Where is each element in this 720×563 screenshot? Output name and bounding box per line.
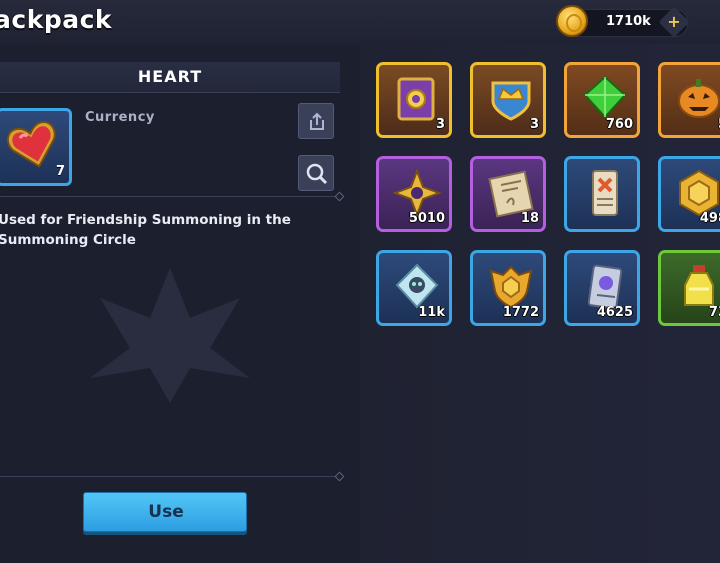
divider-top — [0, 196, 338, 197]
slot-qty: 1772 — [502, 305, 539, 320]
ticket-icon — [592, 170, 618, 216]
slot-qty: 3 — [435, 117, 445, 132]
divider-bottom — [0, 476, 338, 477]
item-name: HEART — [137, 67, 203, 86]
slot-qty: 18 — [520, 211, 539, 226]
gold-amount: 1710k — [606, 14, 651, 29]
inventory-slot[interactable]: 498 — [658, 156, 720, 232]
magnifier-icon — [306, 163, 328, 185]
slot-qty: 3 — [529, 117, 539, 132]
selected-item-slot: 7 — [0, 108, 72, 186]
item-category: Currency — [85, 110, 155, 125]
add-gold-button[interactable]: + — [658, 6, 690, 38]
slot-qty: 498 — [699, 211, 720, 226]
inventory-slot[interactable]: 3 — [376, 62, 452, 138]
slot-qty: 73 — [708, 305, 720, 320]
item-description: Used for Friendship Summoning in the Sum… — [0, 212, 291, 248]
selected-item-qty: 7 — [55, 164, 65, 179]
inspect-button[interactable] — [298, 155, 334, 191]
slot-qty: 5010 — [408, 211, 445, 226]
inventory-slot[interactable]: 11k — [376, 250, 452, 326]
inventory-slot[interactable]: 1772 — [470, 250, 546, 326]
plus-icon: + — [667, 12, 681, 31]
inventory-slot[interactable]: 760 — [564, 62, 640, 138]
inventory-slot[interactable]: 3 — [470, 62, 546, 138]
pumpkin-icon — [678, 79, 720, 118]
top-bar: ackpack 1710k + — [0, 0, 720, 45]
slot-qty: 11k — [418, 305, 445, 320]
share-button[interactable] — [298, 103, 334, 139]
item-name-header: HEART — [0, 62, 340, 93]
use-button[interactable]: Use — [83, 492, 247, 532]
guild-emblem-watermark-icon — [90, 268, 250, 403]
use-button-label: Use — [148, 502, 184, 522]
gold-coin-icon — [556, 5, 588, 37]
inventory-slot[interactable]: 5010 — [376, 156, 452, 232]
inventory-slot[interactable] — [564, 156, 640, 232]
inventory-slot[interactable]: 18 — [470, 156, 546, 232]
share-icon — [310, 112, 324, 130]
inventory-slot[interactable]: 5 — [658, 62, 720, 138]
page-title: ackpack — [0, 5, 113, 34]
inventory-slot[interactable]: 73 — [658, 250, 720, 326]
slot-qty: 4625 — [596, 305, 633, 320]
slot-qty: 760 — [605, 117, 633, 132]
inventory-slot[interactable]: 4625 — [564, 250, 640, 326]
